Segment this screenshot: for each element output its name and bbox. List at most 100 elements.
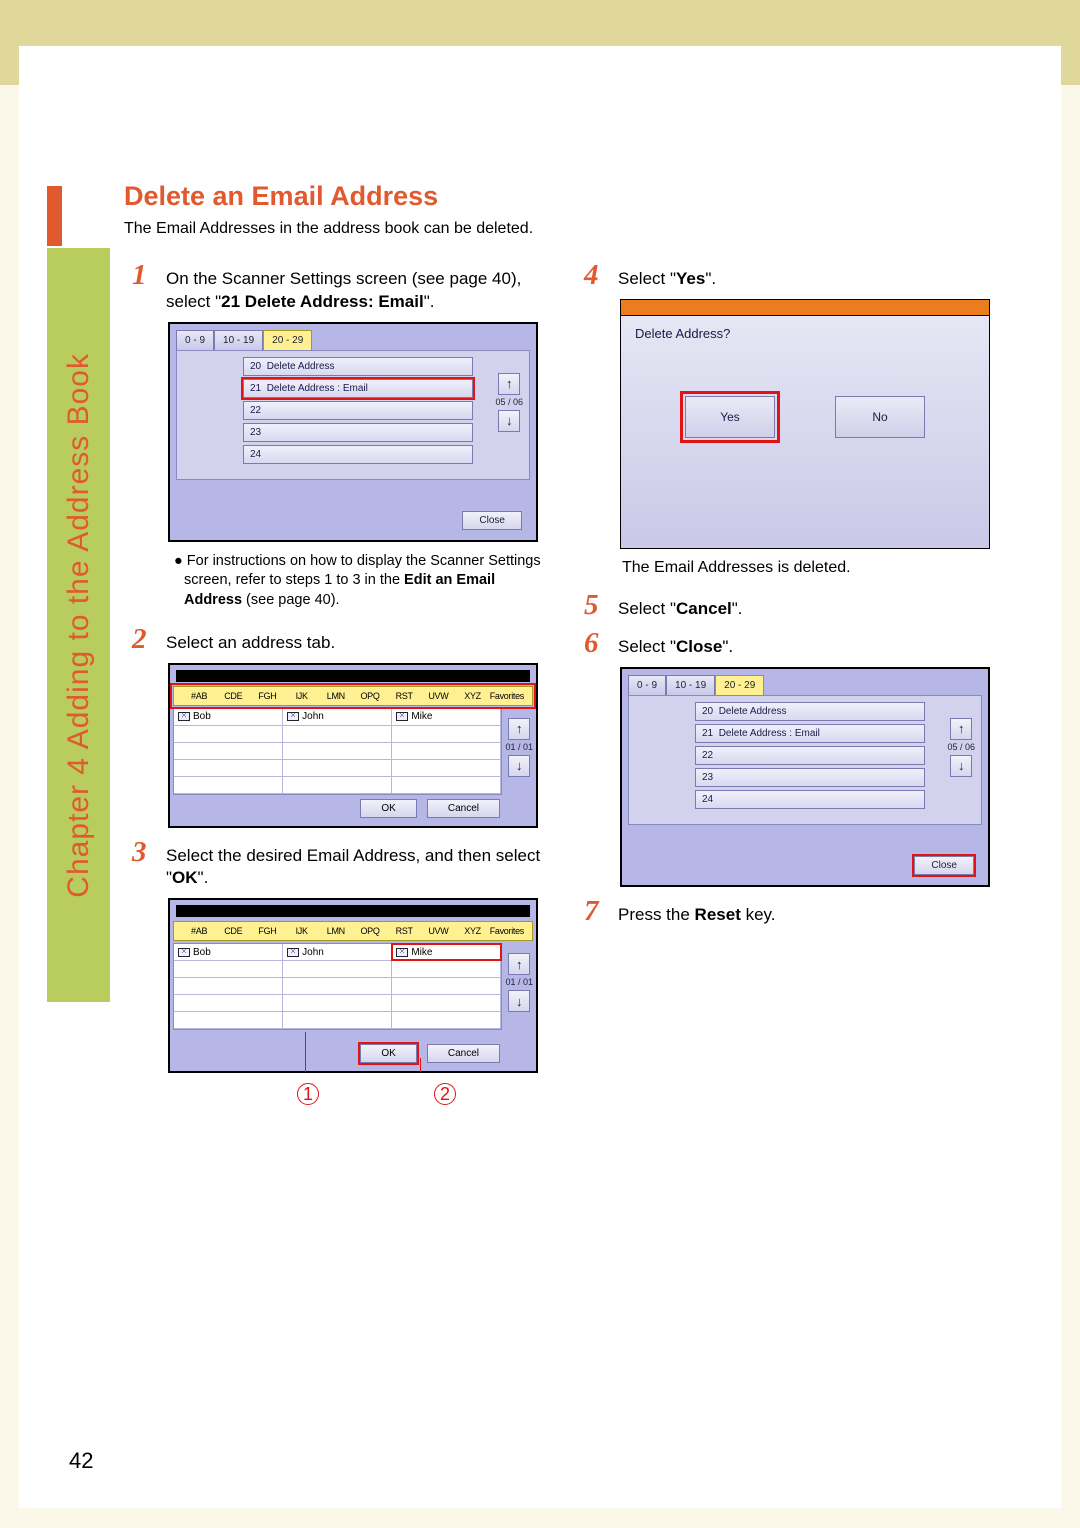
address-cell[interactable] [392, 995, 501, 1011]
address-cell[interactable] [283, 995, 392, 1011]
tab[interactable]: Favorites [490, 691, 524, 701]
address-cell[interactable] [174, 726, 283, 742]
scroll-down-icon[interactable]: ↓ [498, 410, 520, 432]
menu-item-20[interactable]: 20 Delete Address [243, 357, 473, 376]
tab[interactable]: FGH [250, 691, 284, 701]
ok-button[interactable]: OK [360, 799, 416, 818]
address-cell[interactable] [283, 743, 392, 759]
cancel-button[interactable]: Cancel [427, 1044, 500, 1063]
panel: #ABCDEFGHIJKLMNOPQRSTUVWXYZFavorites Bob… [170, 682, 536, 799]
tab[interactable]: RST [387, 926, 421, 936]
close-button[interactable]: Close [914, 856, 974, 875]
tab-0-9[interactable]: 0 - 9 [176, 330, 214, 350]
address-cell[interactable] [283, 1012, 392, 1028]
name: Bob [193, 947, 211, 958]
address-cell[interactable]: Bob [174, 944, 283, 960]
address-cell[interactable] [392, 961, 501, 977]
menu-item-22[interactable]: 22 [695, 746, 925, 765]
scroll-up-icon[interactable]: ↑ [508, 718, 530, 740]
tab[interactable]: FGH [250, 926, 284, 936]
alpha-tabs[interactable]: #ABCDEFGHIJKLMNOPQRSTUVWXYZFavorites [173, 686, 533, 706]
tab-10-19[interactable]: 10 - 19 [214, 330, 263, 350]
scroll-down-icon[interactable]: ↓ [950, 755, 972, 777]
address-cell[interactable] [174, 743, 283, 759]
tab-20-29[interactable]: 20 - 29 [263, 330, 312, 350]
address-cell[interactable]: Bob [174, 709, 283, 725]
address-cell[interactable] [283, 726, 392, 742]
menu-item-24[interactable]: 24 [695, 790, 925, 809]
tab[interactable]: IJK [285, 926, 319, 936]
ok-button[interactable]: OK [360, 1044, 416, 1063]
tab[interactable]: LMN [319, 926, 353, 936]
tab[interactable]: #AB [182, 691, 216, 701]
tab[interactable]: RST [387, 691, 421, 701]
address-cell[interactable] [392, 743, 501, 759]
address-cell[interactable] [283, 760, 392, 776]
tab[interactable]: #AB [182, 926, 216, 936]
tab[interactable]: IJK [285, 691, 319, 701]
address-cell[interactable] [392, 777, 501, 793]
yes-button[interactable]: Yes [685, 396, 775, 438]
tab[interactable]: UVW [421, 691, 455, 701]
tab-10-19[interactable]: 10 - 19 [666, 675, 715, 695]
menu-item-21[interactable]: 21 Delete Address : Email [243, 379, 473, 398]
address-cell[interactable] [283, 777, 392, 793]
address-cell[interactable] [174, 961, 283, 977]
alpha-tabs[interactable]: #ABCDEFGHIJKLMNOPQRSTUVWXYZFavorites [173, 921, 533, 941]
tab[interactable]: OPQ [353, 691, 387, 701]
address-cell[interactable] [392, 726, 501, 742]
menu-item-22[interactable]: 22 [243, 401, 473, 420]
scroll-down-icon[interactable]: ↓ [508, 990, 530, 1012]
cancel-button[interactable]: Cancel [427, 799, 500, 818]
tab[interactable]: LMN [319, 691, 353, 701]
tab[interactable]: XYZ [456, 691, 490, 701]
bold-text: Cancel [676, 599, 732, 618]
scroll-up-icon[interactable]: ↑ [508, 953, 530, 975]
address-cell[interactable] [174, 995, 283, 1011]
address-cell[interactable] [174, 978, 283, 994]
menu-item-21[interactable]: 21 Delete Address : Email [695, 724, 925, 743]
menu-item-23[interactable]: 23 [695, 768, 925, 787]
tab[interactable]: XYZ [456, 926, 490, 936]
tab[interactable]: CDE [216, 691, 250, 701]
address-cell[interactable] [392, 978, 501, 994]
address-cell[interactable]: John [283, 944, 392, 960]
scroll-counter: 05 / 06 [495, 398, 523, 407]
address-cell-selected[interactable]: Mike [392, 944, 501, 960]
address-cell[interactable] [174, 777, 283, 793]
bold-text: OK [172, 868, 198, 887]
no-button[interactable]: No [835, 396, 925, 438]
button-row: OK Cancel [360, 799, 500, 818]
address-cell[interactable] [283, 978, 392, 994]
id: 20 [702, 706, 713, 717]
address-cell[interactable] [174, 760, 283, 776]
tab[interactable]: Favorites [490, 926, 524, 936]
menu-item-24[interactable]: 24 [243, 445, 473, 464]
confirm-dialog-screenshot: Delete Address? Yes No [620, 299, 990, 549]
scroll-down-icon[interactable]: ↓ [508, 755, 530, 777]
scroll-up-icon[interactable]: ↑ [498, 373, 520, 395]
panel-body: 20 Delete Address 21 Delete Address : Em… [628, 695, 982, 825]
address-cell[interactable]: John [283, 709, 392, 725]
scroll-up-icon[interactable]: ↑ [950, 718, 972, 740]
step-6: 6 Select "Close". [584, 629, 1001, 659]
tab[interactable]: UVW [421, 926, 455, 936]
address-cell[interactable] [392, 760, 501, 776]
text: (see page 40). [242, 592, 340, 608]
address-cell[interactable] [392, 1012, 501, 1028]
address-cell[interactable]: Mike [392, 709, 501, 725]
tab-0-9[interactable]: 0 - 9 [628, 675, 666, 695]
address-cell[interactable] [174, 1012, 283, 1028]
close-button[interactable]: Close [462, 511, 522, 530]
content-columns: 1 On the Scanner Settings screen (see pa… [132, 261, 1001, 1448]
step-7: 7 Press the Reset key. [584, 897, 1001, 927]
address-cell[interactable] [283, 961, 392, 977]
step-number: 5 [584, 591, 606, 620]
menu-item-23[interactable]: 23 [243, 423, 473, 442]
tab[interactable]: OPQ [353, 926, 387, 936]
mail-icon [178, 712, 190, 721]
tab[interactable]: CDE [216, 926, 250, 936]
tab-20-29[interactable]: 20 - 29 [715, 675, 764, 695]
menu-item-20[interactable]: 20 Delete Address [695, 702, 925, 721]
name: Mike [411, 947, 432, 958]
